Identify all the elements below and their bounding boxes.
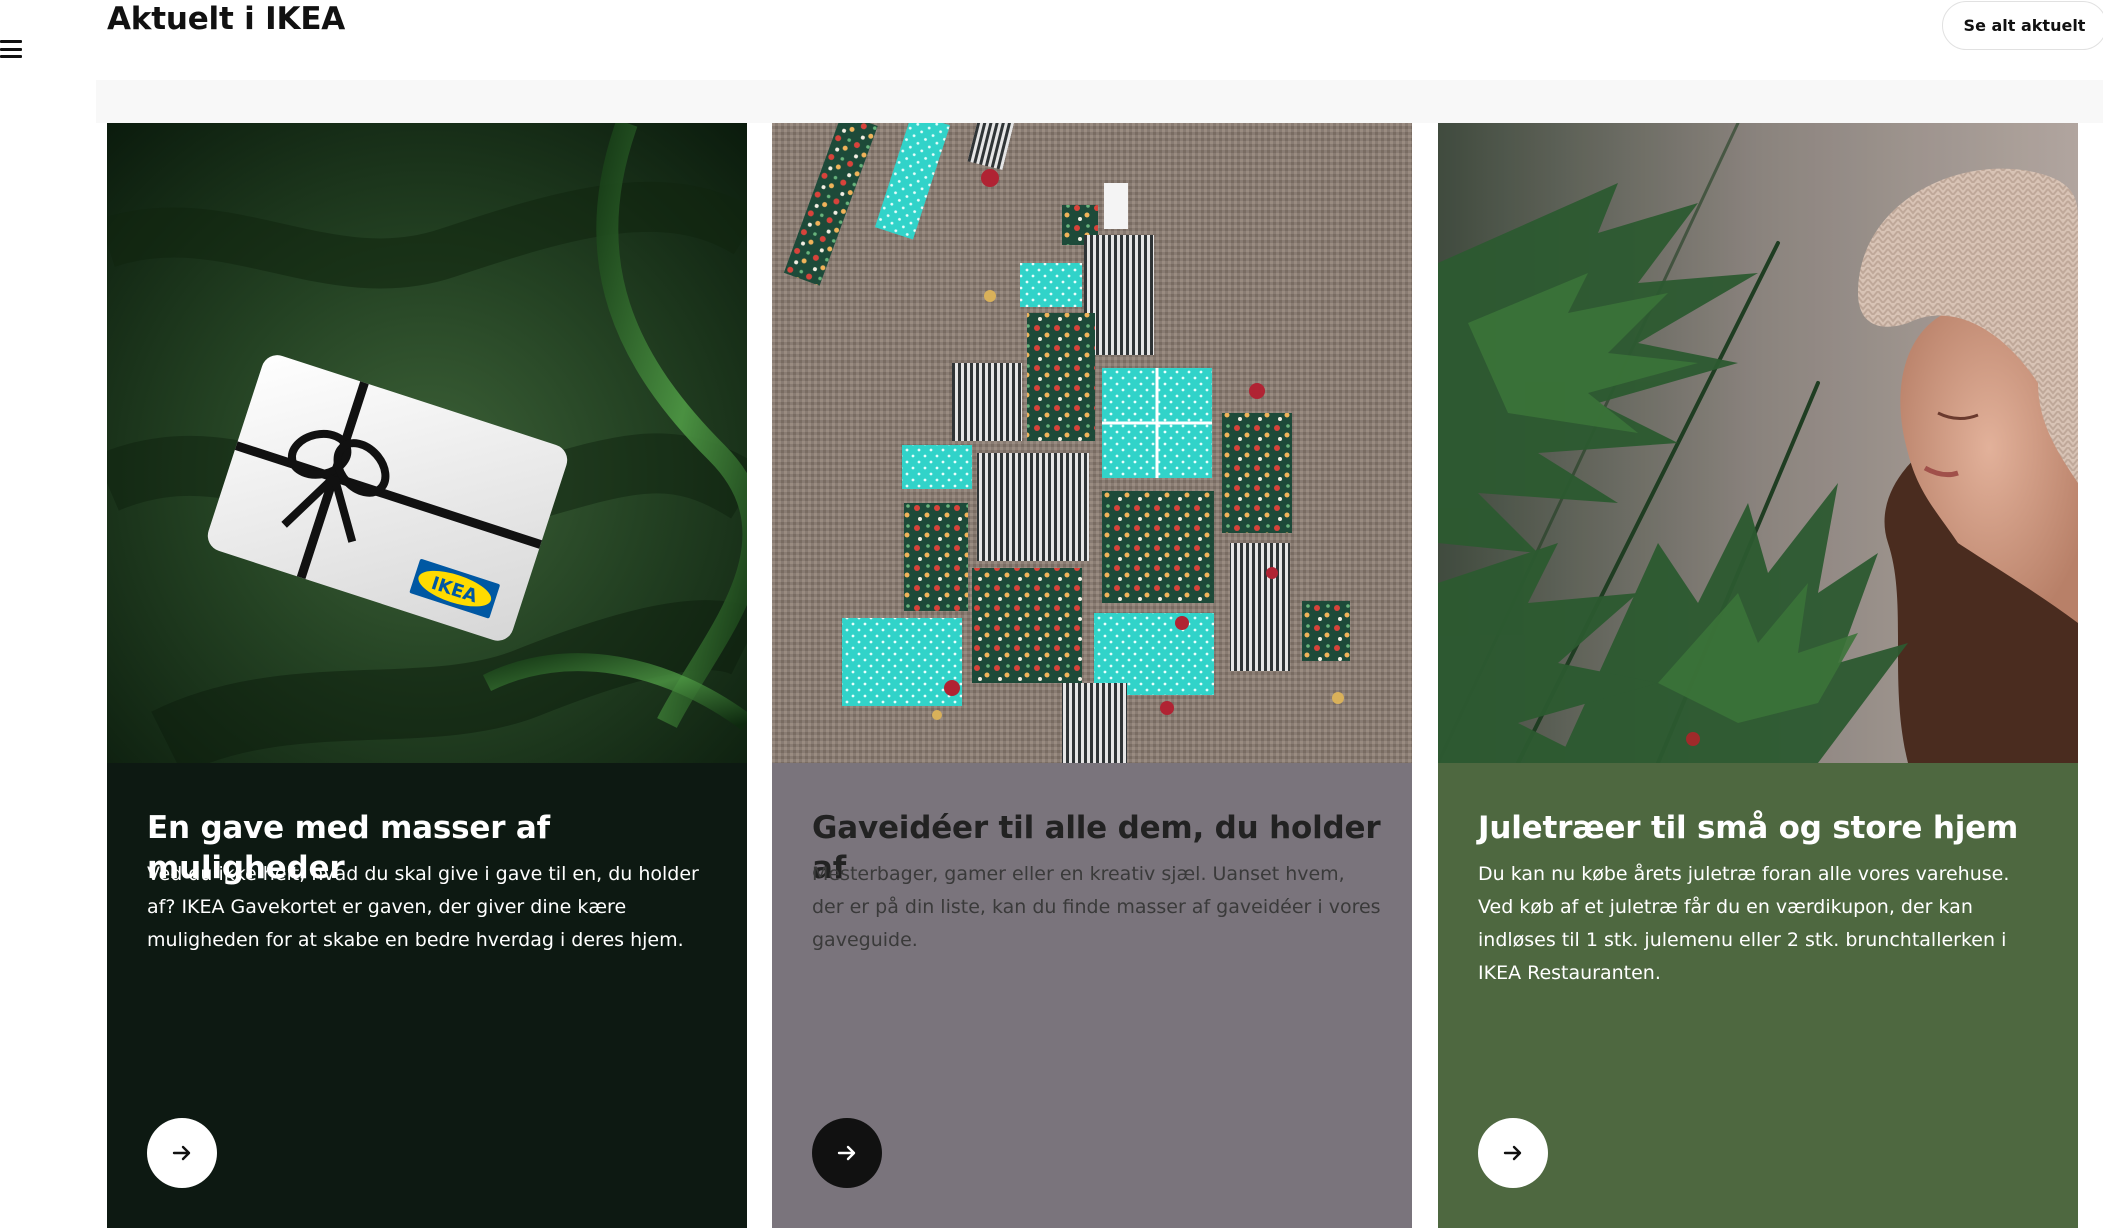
news-card-gift-ideas[interactable]: Gaveidéer til alle dem, du holder af Mes… bbox=[772, 123, 1412, 1228]
see-all-button[interactable]: Se alt aktuelt bbox=[1942, 1, 2103, 50]
arrow-right-icon bbox=[1503, 1145, 1522, 1161]
section-title: Aktuelt i IKEA bbox=[107, 1, 346, 37]
news-card-gift-card[interactable]: IKEA En gave med masser af muligheder Ve… bbox=[107, 123, 747, 1228]
card-arrow-button[interactable] bbox=[1478, 1118, 1548, 1188]
news-card-christmas-trees[interactable]: Juletræer til små og store hjem Du kan n… bbox=[1438, 123, 2078, 1228]
card-image-gift-card: IKEA bbox=[107, 123, 747, 763]
card-image-christmas-trees bbox=[1438, 123, 2078, 763]
section-background-strip bbox=[96, 80, 2103, 123]
card-arrow-button[interactable] bbox=[812, 1118, 882, 1188]
arrow-right-icon bbox=[172, 1145, 191, 1161]
card-arrow-button[interactable] bbox=[147, 1118, 217, 1188]
card-title: Juletræer til små og store hjem bbox=[1478, 810, 2019, 846]
hamburger-menu-icon[interactable] bbox=[0, 40, 22, 58]
card-description: Ved du ikke helt, hvad du skal give i ga… bbox=[147, 863, 699, 951]
card-description: Du kan nu købe årets juletræ foran alle … bbox=[1478, 863, 2010, 984]
card-image-gift-ideas bbox=[772, 123, 1412, 763]
page: Aktuelt i IKEA Se alt aktuelt IKEA En ga… bbox=[0, 0, 2103, 1228]
arrow-right-icon bbox=[837, 1145, 856, 1161]
card-description: Mesterbager, gamer eller en kreativ sjæl… bbox=[812, 863, 1381, 951]
